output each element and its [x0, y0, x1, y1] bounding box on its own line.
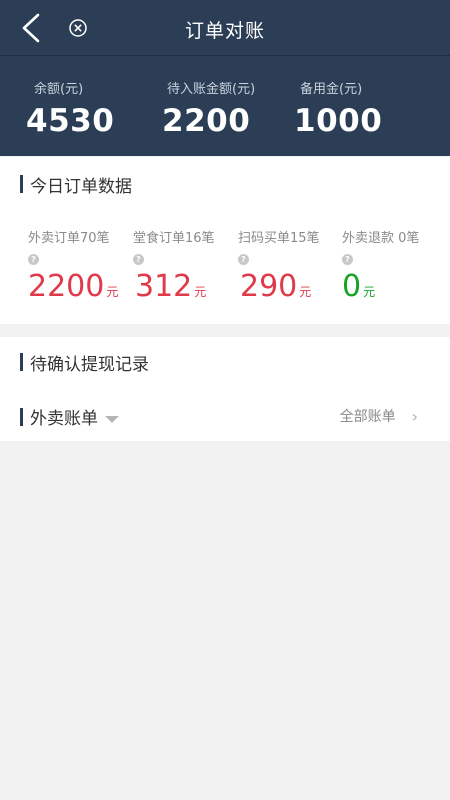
stat-scan-pay[interactable]: 扫码买单15笔 ? 290 元 [238, 227, 320, 304]
stat-unit: 元 [194, 285, 207, 299]
stat-label: 扫码买单15笔 [238, 231, 320, 246]
section-marker [20, 407, 23, 426]
reserve-fund-block: 备用金(元) 1000 [294, 78, 382, 139]
pending-withdraw-section: 待确认提现记录 外卖账单 全部账单 › [0, 337, 450, 441]
pending-amount-value: 2200 [162, 103, 251, 139]
section-marker [20, 353, 23, 371]
bill-type-dropdown[interactable]: 外卖账单 [20, 404, 119, 429]
help-icon[interactable]: ? [342, 254, 353, 265]
stat-unit: 元 [299, 285, 312, 299]
pending-amount-block: 待入账金额(元) 2200 [162, 78, 255, 139]
pending-amount-label: 待入账金额(元) [167, 82, 256, 97]
today-orders-section: 今日订单数据 外卖订单70笔 ? 2200 元 堂食订单16笔 ? 312 元 扫码… [0, 157, 450, 324]
stat-unit: 元 [106, 285, 119, 299]
bill-type-selected: 外卖账单 [30, 409, 98, 429]
help-icon[interactable]: ? [133, 254, 144, 265]
stat-label: 外卖订单70笔 [28, 231, 110, 246]
today-orders-title: 今日订单数据 [30, 176, 132, 197]
balance-block: 余额(元) 4530 [26, 78, 114, 139]
stat-unit: 元 [363, 285, 376, 299]
stat-value: 290 [240, 269, 298, 304]
chevron-right-icon: › [411, 406, 418, 426]
reserve-fund-label: 备用金(元) [300, 82, 363, 97]
all-bills-label: 全部账单 [339, 409, 396, 425]
balance-label: 余额(元) [34, 82, 84, 97]
balance-summary: 余额(元) 4530 待入账金额(元) 2200 备用金(元) 1000 [0, 56, 450, 156]
help-icon[interactable]: ? [28, 254, 39, 265]
stat-value: 2200 [28, 269, 105, 304]
all-bills-link[interactable]: 全部账单 › [340, 406, 418, 426]
section-marker [20, 175, 23, 193]
stat-delivery-refunds[interactable]: 外卖退款 0笔 ? 0元 [342, 227, 419, 304]
top-bar: 订单对账 [0, 0, 450, 56]
stat-label: 堂食订单16笔 [133, 231, 215, 246]
today-orders-heading: 今日订单数据 [20, 173, 132, 197]
pending-withdraw-title: 待确认提现记录 [30, 354, 149, 375]
stat-value: 312 [135, 269, 193, 304]
stat-delivery-orders[interactable]: 外卖订单70笔 ? 2200 元 [28, 227, 118, 304]
reserve-fund-value: 1000 [294, 103, 383, 139]
page-title: 订单对账 [184, 20, 265, 42]
stat-dine-in-orders[interactable]: 堂食订单16笔 ? 312 元 [133, 227, 215, 304]
stat-label: 外卖退款 0笔 [342, 231, 420, 246]
stat-value: 0 [342, 269, 362, 304]
pending-withdraw-heading: 待确认提现记录 [20, 351, 149, 375]
help-icon[interactable]: ? [238, 254, 249, 265]
balance-value: 4530 [26, 103, 115, 139]
caret-down-icon [105, 416, 119, 423]
